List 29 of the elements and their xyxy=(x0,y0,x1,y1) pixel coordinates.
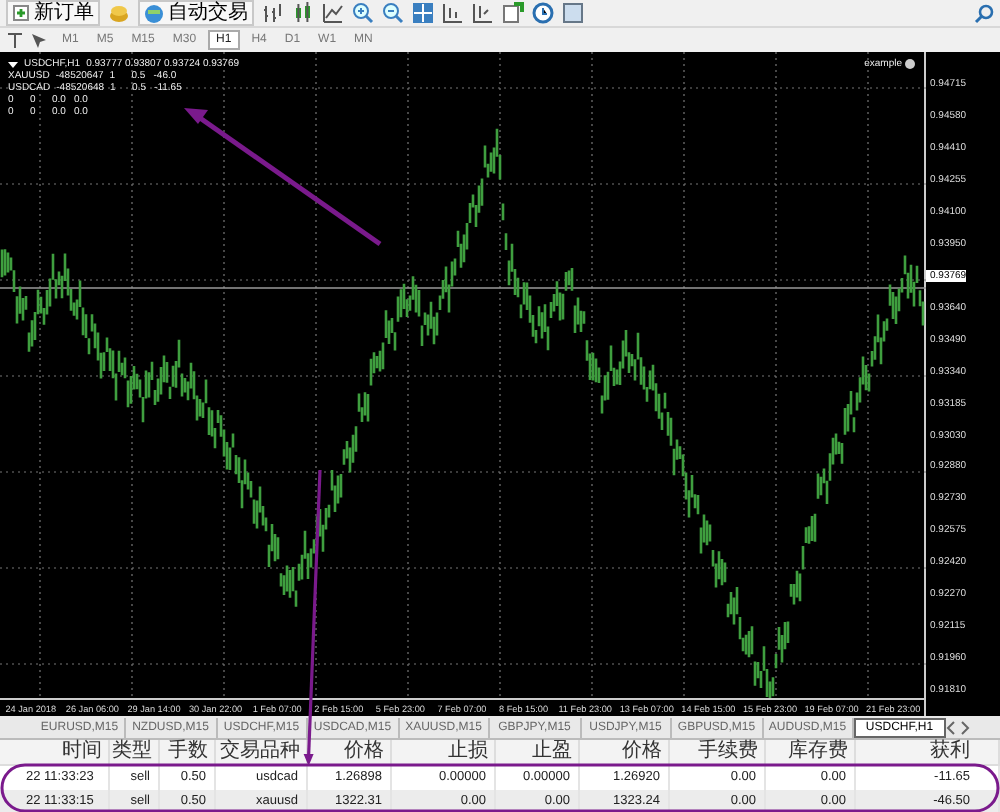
column-header[interactable]: 手数 xyxy=(160,740,216,764)
zoom-in-icon[interactable] xyxy=(352,2,374,24)
column-header[interactable]: 价格 xyxy=(580,740,670,764)
globe-icon xyxy=(144,3,164,23)
column-header[interactable]: 库存费 xyxy=(766,740,856,764)
new-order-button[interactable]: 新订单 xyxy=(6,0,100,26)
column-header[interactable]: 手续费 xyxy=(670,740,766,764)
column-header[interactable]: 时间 xyxy=(0,740,110,764)
candlestick-icon[interactable] xyxy=(292,2,314,24)
autoscroll-icon[interactable] xyxy=(472,2,494,24)
clock-icon[interactable] xyxy=(532,2,554,24)
indicator-icon[interactable] xyxy=(502,2,524,24)
plus-icon xyxy=(12,4,30,22)
template-icon[interactable] xyxy=(562,2,584,24)
scroll-arrows-icon[interactable] xyxy=(945,719,969,735)
auto-trading-button[interactable]: 自动交易 xyxy=(138,0,254,26)
smiley-icon xyxy=(904,58,916,70)
chart-shift-icon[interactable] xyxy=(442,2,464,24)
line-chart-icon[interactable] xyxy=(322,2,344,24)
column-header[interactable]: 类型 xyxy=(110,740,160,764)
triangle-icon xyxy=(8,59,18,69)
bar-chart-icon[interactable] xyxy=(262,2,284,24)
column-header[interactable]: 止盈 xyxy=(496,740,580,764)
text-tool-icon[interactable] xyxy=(6,31,24,49)
zoom-out-icon[interactable] xyxy=(382,2,404,24)
grid-icon[interactable] xyxy=(412,2,434,24)
column-header[interactable]: 止损 xyxy=(392,740,496,764)
search-icon[interactable] xyxy=(974,3,994,23)
column-header[interactable]: 获利 xyxy=(856,740,1000,764)
